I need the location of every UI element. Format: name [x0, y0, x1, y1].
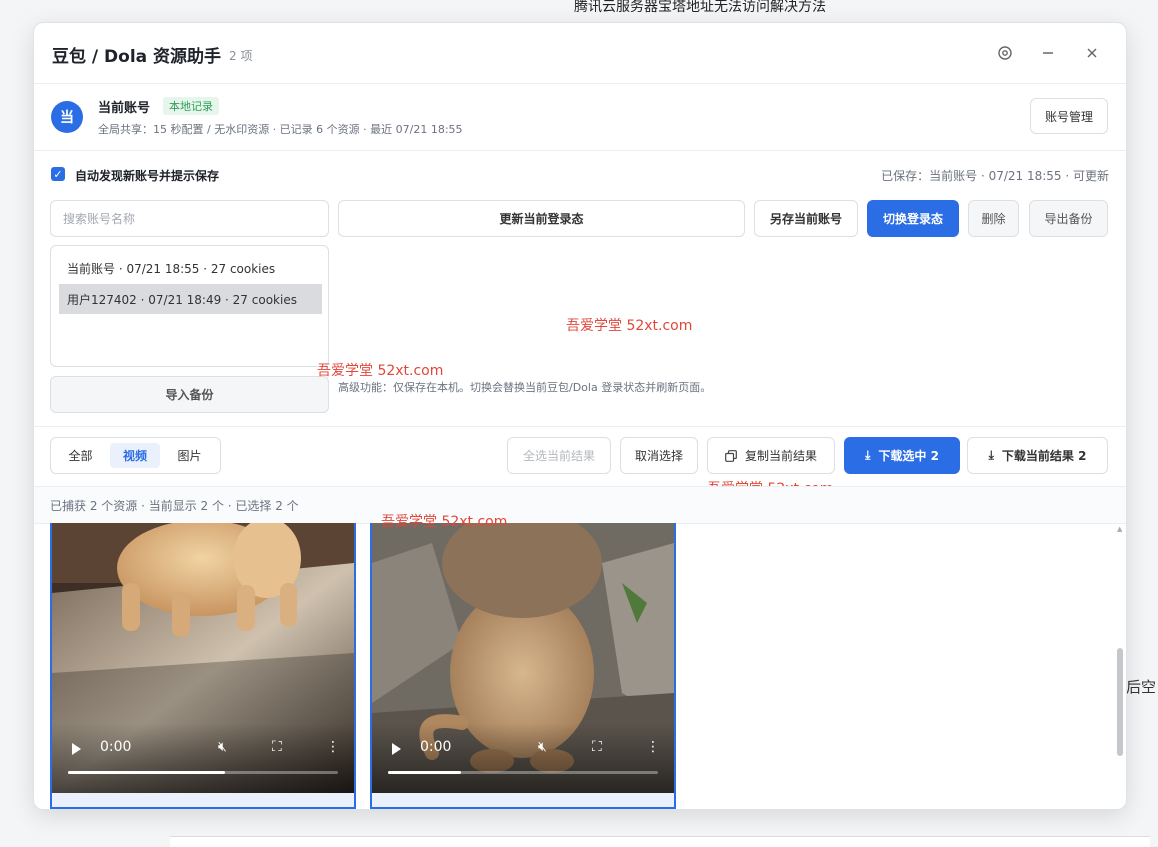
capture-status: 已捕获 2 个资源 · 当前显示 2 个 · 已选择 2 个 — [50, 499, 299, 513]
video-controls: 0:00 🔇︎ ⛶ ⋮ — [52, 723, 354, 793]
saved-status: 已保存：当前账号 · 07/21 18:55 · 可更新 — [881, 169, 1109, 183]
video-time: 0:00 — [100, 739, 132, 755]
auto-discover-label: 自动发现新账号并提示保存 — [75, 169, 220, 183]
fullscreen-icon[interactable]: ⛶ — [592, 739, 602, 755]
update-login-button[interactable]: 更新当前登录态 — [338, 200, 745, 237]
switch-login-button[interactable]: 切换登录态 — [867, 200, 959, 237]
copy-results-button[interactable]: 复制当前结果 — [707, 437, 835, 474]
more-icon[interactable]: ⋮ — [646, 739, 660, 755]
save-as-account-button[interactable]: 另存当前账号 — [754, 200, 858, 237]
background-page-title: 腾讯云服务器宝塔地址无法访问解决方法 — [574, 0, 826, 15]
delete-button[interactable]: 删除 — [968, 200, 1019, 237]
download-current-label: 下载当前结果 2 — [1001, 449, 1087, 463]
download-icon: ⤓ — [988, 448, 994, 462]
resource-helper-panel: 豆包 / Dola 资源助手 2 项 当 当前账号 本地记录 全局共享：15 秒… — [33, 22, 1127, 810]
export-backup-button[interactable]: 导出备份 — [1029, 200, 1108, 237]
panel-title: 豆包 / Dola 资源助手 — [52, 47, 222, 67]
copy-icon — [725, 449, 737, 462]
watermark: 吾爱学堂 52xt.com — [381, 514, 508, 530]
cancel-selection-button[interactable]: 取消选择 — [620, 437, 698, 474]
mute-icon[interactable]: 🔇︎ — [218, 739, 227, 755]
item-count: 2 项 — [229, 49, 253, 63]
advanced-hint: 高级功能：仅保存在本机。切换会替换当前豆包/Dola 登录状态并刷新页面。 — [338, 381, 712, 394]
video-progress-bar[interactable] — [388, 771, 658, 774]
video-progress-bar[interactable] — [68, 771, 338, 774]
video-card[interactable]: 0:00 🔇︎ ⛶ ⋮ — [50, 523, 356, 809]
account-manage-button[interactable]: 账号管理 — [1030, 98, 1108, 134]
tab-all[interactable]: 全部 — [57, 443, 104, 468]
tab-video[interactable]: 视频 — [110, 443, 160, 468]
account-search-input[interactable] — [50, 200, 329, 237]
download-icon: ⤓ — [865, 448, 871, 462]
import-backup-button[interactable]: 导入备份 — [50, 376, 329, 413]
panel-header: 豆包 / Dola 资源助手 2 项 — [34, 23, 1126, 84]
list-item[interactable]: 当前账号 · 07/21 18:55 · 27 cookies — [59, 253, 322, 283]
settings-icon[interactable] — [993, 41, 1017, 65]
close-icon[interactable] — [1080, 41, 1104, 65]
avatar: 当 — [51, 101, 83, 133]
scroll-up-arrow[interactable]: ▲ — [1117, 525, 1122, 533]
video-player[interactable]: 0:00 🔇︎ ⛶ ⋮ — [52, 523, 354, 793]
download-selected-label: 下载选中 2 — [878, 449, 939, 463]
section-divider — [34, 426, 1126, 427]
background-bottom-bar — [170, 836, 1150, 847]
fullscreen-icon[interactable]: ⛶ — [272, 739, 282, 755]
watermark: 吾爱学堂 52xt.com — [317, 363, 444, 379]
media-filter-tabs: 全部 视频 图片 — [50, 437, 221, 474]
auto-discover-checkbox[interactable]: ✓ — [51, 167, 65, 181]
mute-icon[interactable]: 🔇︎ — [538, 739, 547, 755]
account-list: 当前账号 · 07/21 18:55 · 27 cookies 用户127402… — [50, 245, 329, 367]
tab-image[interactable]: 图片 — [166, 443, 213, 468]
video-time: 0:00 — [420, 739, 452, 755]
list-item[interactable]: 用户127402 · 07/21 18:49 · 27 cookies — [59, 284, 322, 314]
minimize-icon[interactable] — [1036, 41, 1060, 65]
copy-results-label: 复制当前结果 — [744, 449, 817, 463]
account-name: 当前账号 — [98, 101, 151, 116]
play-icon[interactable] — [72, 743, 81, 755]
video-player[interactable]: 0:00 🔇︎ ⛶ ⋮ — [372, 523, 674, 793]
play-icon[interactable] — [392, 743, 401, 755]
select-all-button[interactable]: 全选当前结果 — [507, 437, 611, 474]
video-controls: 0:00 🔇︎ ⛶ ⋮ — [372, 723, 674, 793]
watermark: 吾爱学堂 52xt.com — [566, 318, 693, 334]
download-selected-button[interactable]: ⤓ 下载选中 2 — [844, 437, 960, 474]
scrollbar-thumb[interactable] — [1117, 648, 1123, 756]
background-right-text: 后空 — [1126, 676, 1157, 697]
download-current-button[interactable]: ⤓ 下载当前结果 2 — [967, 437, 1108, 474]
more-icon[interactable]: ⋮ — [326, 739, 340, 755]
account-meta: 全局共享：15 秒配置 / 无水印资源 · 已记录 6 个资源 · 最近 07/… — [98, 123, 463, 136]
capture-status-bar: 已捕获 2 个资源 · 当前显示 2 个 · 已选择 2 个 — [34, 486, 1126, 524]
current-account-section: 当 当前账号 本地记录 全局共享：15 秒配置 / 无水印资源 · 已记录 6 … — [34, 84, 1126, 151]
status-badge: 本地记录 — [163, 97, 219, 115]
video-card[interactable]: 0:00 🔇︎ ⛶ ⋮ — [370, 523, 676, 809]
